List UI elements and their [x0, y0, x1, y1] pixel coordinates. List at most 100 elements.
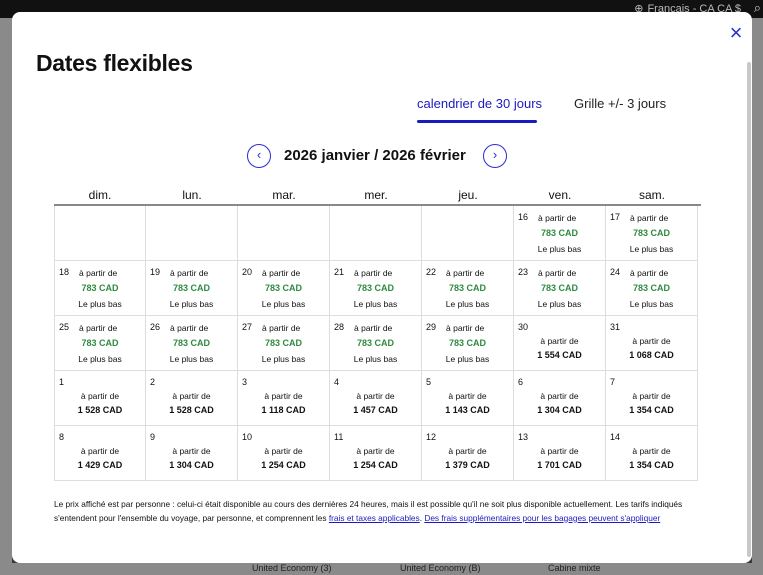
fare-price: 1 379 CAD [445, 460, 490, 470]
background-label: United Economy (B) [400, 563, 481, 573]
calendar-day-cell[interactable]: 12 à partir de 1 379 CAD [422, 426, 514, 481]
day-number: 6 [518, 377, 524, 387]
fare-price: 1 354 CAD [629, 460, 674, 470]
fare-price: 1 554 CAD [537, 350, 582, 360]
price-prefix: à partir de [540, 391, 579, 401]
lowest-price-badge: Le plus bas [445, 354, 490, 364]
day-of-week-label: lun. [182, 188, 202, 202]
lowest-price-badge: Le plus bas [353, 354, 398, 364]
day-number: 14 [610, 432, 621, 442]
day-number: 2 [150, 377, 156, 387]
baggage-fees-link[interactable]: Des frais supplémentaires pour les bagag… [424, 513, 660, 523]
price-prefix: à partir de [630, 213, 669, 223]
fare-price: 1 429 CAD [77, 460, 123, 470]
price-prefix: à partir de [446, 323, 485, 333]
day-of-week-label: jeu. [458, 188, 478, 202]
close-icon[interactable]: × [725, 22, 747, 44]
calendar-day-cell[interactable]: 9 à partir de 1 304 CAD [146, 426, 238, 481]
price-prefix: à partir de [538, 213, 577, 223]
search-icon[interactable]: ⌕ [754, 0, 761, 16]
price-prefix: à partir de [79, 323, 118, 333]
day-number: 13 [518, 432, 529, 442]
price-prefix: à partir de [448, 391, 487, 401]
calendar-day-cell[interactable]: 14 à partir de 1 354 CAD [606, 426, 698, 481]
fare-price: 783 CAD [632, 283, 670, 293]
lowest-price-badge: Le plus bas [169, 354, 214, 364]
price-prefix: à partir de [538, 268, 577, 278]
calendar-day-cell[interactable]: 1 à partir de 1 528 CAD [54, 371, 146, 426]
fees-taxes-link[interactable]: frais et taxes applicables [329, 513, 420, 523]
day-number: 21 [334, 267, 345, 277]
day-number: 31 [610, 322, 621, 332]
calendar-day-cell[interactable]: 19 à partir de 783 CAD Le plus bas [146, 261, 238, 316]
calendar-day-cell[interactable]: 26 à partir de 783 CAD Le plus bas [146, 316, 238, 371]
next-month-button[interactable]: › [483, 144, 507, 168]
calendar-day-cell[interactable]: 3 à partir de 1 118 CAD [238, 371, 330, 426]
calendar-day-cell[interactable]: 21 à partir de 783 CAD Le plus bas [330, 261, 422, 316]
price-prefix: à partir de [632, 336, 671, 346]
calendar-grid: dim. lun. mar. mer. jeu. ven. sam. 16 à partir … [54, 188, 701, 481]
calendar-day-cell[interactable]: 13 à partir de 1 701 CAD [514, 426, 606, 481]
day-number: 7 [610, 377, 616, 387]
calendar-day-cell[interactable]: 31 à partir de 1 068 CAD [606, 316, 698, 371]
fare-price: 1 118 CAD [261, 405, 306, 415]
day-number: 29 [426, 322, 437, 332]
price-prefix: à partir de [262, 268, 301, 278]
fare-price: 1 068 CAD [629, 350, 674, 360]
calendar-day-cell[interactable]: 18 à partir de 783 CAD Le plus bas [54, 261, 146, 316]
calendar-day-cell[interactable]: 22 à partir de 783 CAD Le plus bas [422, 261, 514, 316]
modal-scrollbar[interactable] [747, 62, 751, 557]
day-number: 19 [150, 267, 161, 277]
price-prefix: à partir de [354, 323, 393, 333]
price-prefix: à partir de [170, 323, 209, 333]
background-page-left [0, 18, 12, 575]
calendar-day-cell[interactable]: 2 à partir de 1 528 CAD [146, 371, 238, 426]
tab-plus-minus-3-days[interactable]: Grille +/- 3 jours [574, 96, 666, 111]
calendar-day-cell[interactable]: 4 à partir de 1 457 CAD [330, 371, 422, 426]
calendar-day-cell[interactable]: 7 à partir de 1 354 CAD [606, 371, 698, 426]
day-number: 3 [242, 377, 248, 387]
calendar-cell-empty [422, 206, 514, 261]
price-prefix: à partir de [264, 446, 303, 456]
calendar-day-cell[interactable]: 5 à partir de 1 143 CAD [422, 371, 514, 426]
fare-price: 783 CAD [356, 338, 394, 348]
calendar-day-cell[interactable]: 29 à partir de 783 CAD Le plus bas [422, 316, 514, 371]
tab-30-day-calendar[interactable]: calendrier de 30 jours [417, 96, 542, 111]
calendar-day-cell[interactable]: 20 à partir de 783 CAD Le plus bas [238, 261, 330, 316]
calendar-day-cell[interactable]: 6 à partir de 1 304 CAD [514, 371, 606, 426]
calendar-week-row: 18 à partir de 783 CAD Le plus bas 19 à parti… [54, 261, 701, 316]
calendar-day-cell[interactable]: 8 à partir de 1 429 CAD [54, 426, 146, 481]
day-number: 1 [59, 377, 65, 387]
price-prefix: à partir de [354, 268, 393, 278]
price-prefix: à partir de [446, 268, 485, 278]
lowest-price-badge: Le plus bas [353, 299, 398, 309]
calendar-day-cell[interactable]: 16 à partir de 783 CAD Le plus bas [514, 206, 606, 261]
modal-title: Dates flexibles [36, 50, 193, 76]
price-prefix: à partir de [262, 323, 301, 333]
calendar-cell-empty [54, 206, 146, 261]
background-label: United Economy (3) [252, 563, 332, 573]
calendar-day-cell[interactable]: 11 à partir de 1 254 CAD [330, 426, 422, 481]
day-number: 11 [334, 432, 344, 442]
day-of-week-label: mer. [364, 188, 388, 202]
calendar-day-cell[interactable]: 27 à partir de 783 CAD Le plus bas [238, 316, 330, 371]
active-tab-indicator [417, 120, 537, 123]
day-of-week-label: mar. [272, 188, 296, 202]
lowest-price-badge: Le plus bas [169, 299, 214, 309]
calendar-cell-empty [330, 206, 422, 261]
fare-price: 1 143 CAD [445, 405, 490, 415]
calendar-day-cell[interactable]: 28 à partir de 783 CAD Le plus bas [330, 316, 422, 371]
calendar-day-cell[interactable]: 17 à partir de 783 CAD Le plus bas [606, 206, 698, 261]
fare-price: 783 CAD [356, 283, 394, 293]
fare-price: 783 CAD [264, 338, 302, 348]
previous-month-button[interactable]: ‹ [247, 144, 271, 168]
calendar-week-row: 1 à partir de 1 528 CAD 2 à partir de 1 528 C… [54, 371, 701, 426]
calendar-day-cell[interactable]: 10 à partir de 1 254 CAD [238, 426, 330, 481]
day-number: 16 [518, 212, 529, 222]
calendar-day-cell[interactable]: 30 à partir de 1 554 CAD [514, 316, 606, 371]
calendar-day-cell[interactable]: 24 à partir de 783 CAD Le plus bas [606, 261, 698, 316]
fare-price: 783 CAD [172, 338, 210, 348]
calendar-day-cell[interactable]: 23 à partir de 783 CAD Le plus bas [514, 261, 606, 316]
day-number: 23 [518, 267, 529, 277]
calendar-day-cell[interactable]: 25 à partir de 783 CAD Le plus bas [54, 316, 146, 371]
